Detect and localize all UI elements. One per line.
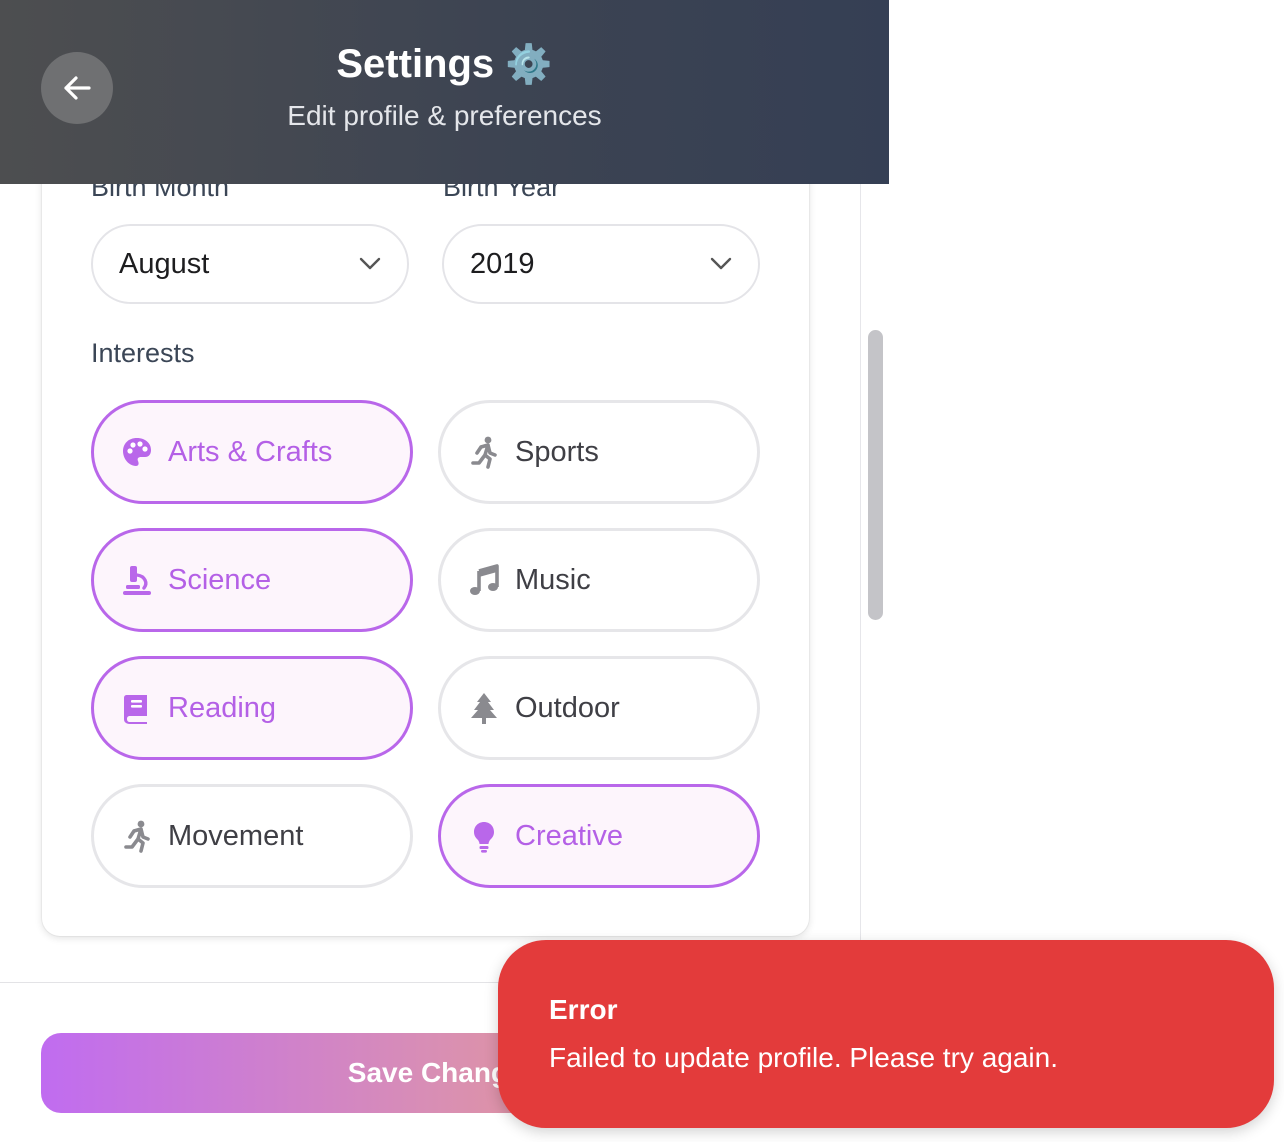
interest-chip-label: Creative xyxy=(515,819,623,852)
interest-chip-label: Reading xyxy=(168,691,277,724)
birth-year-select[interactable]: 2019 xyxy=(442,224,760,304)
birth-month-value: August xyxy=(119,247,210,280)
chevron-down-icon xyxy=(359,257,381,270)
interest-chip-music[interactable]: Music xyxy=(438,528,760,632)
interest-chip-arts-crafts[interactable]: Arts & Crafts xyxy=(91,400,413,504)
palette-icon xyxy=(120,435,154,469)
interest-chip-label: Outdoor xyxy=(515,691,620,724)
chevron-down-icon xyxy=(710,257,732,270)
lightbulb-icon xyxy=(467,819,501,853)
music-note-icon xyxy=(467,563,501,597)
toast-title: Error xyxy=(549,994,618,1025)
interest-chip-sports[interactable]: Sports xyxy=(438,400,760,504)
interest-chip-label: Movement xyxy=(168,819,304,852)
interest-chip-label: Music xyxy=(515,563,591,596)
page-title-text: Settings xyxy=(336,42,495,86)
error-toast[interactable]: Error Failed to update profile. Please t… xyxy=(498,940,1274,1128)
running-person-icon xyxy=(120,819,154,853)
page-title: Settings ⚙️ xyxy=(0,42,889,87)
tree-icon xyxy=(467,691,501,725)
running-person-icon xyxy=(467,435,501,469)
interest-chip-creative[interactable]: Creative xyxy=(438,784,760,888)
birth-month-select[interactable]: August xyxy=(91,224,409,304)
interests-label: Interests xyxy=(91,338,195,368)
microscope-icon xyxy=(120,563,154,597)
toast-message: Failed to update profile. Please try aga… xyxy=(549,1042,1058,1073)
page-subtitle: Edit profile & preferences xyxy=(287,100,602,131)
birth-year-value: 2019 xyxy=(470,247,535,280)
interest-chip-reading[interactable]: Reading xyxy=(91,656,413,760)
interest-chip-label: Sports xyxy=(515,435,599,468)
interest-chip-label: Science xyxy=(168,563,272,596)
page-header: Settings ⚙️ Edit profile & preferences xyxy=(0,0,889,184)
interest-chip-science[interactable]: Science xyxy=(91,528,413,632)
interest-chip-outdoor[interactable]: Outdoor xyxy=(438,656,760,760)
gear-icon: ⚙️ xyxy=(505,44,553,86)
book-icon xyxy=(120,691,154,725)
interest-chip-label: Arts & Crafts xyxy=(168,435,333,468)
scrollbar-thumb[interactable] xyxy=(868,330,883,620)
interest-chip-movement[interactable]: Movement xyxy=(91,784,413,888)
